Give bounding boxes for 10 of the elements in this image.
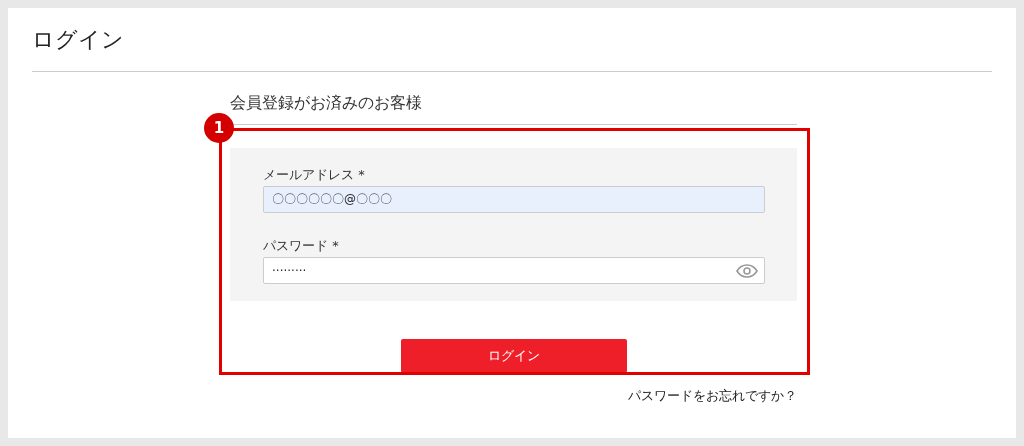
page-title: ログイン [32,28,124,52]
input-field[interactable]: 〇〇〇〇〇〇@〇〇〇 [263,186,765,213]
section-heading: 会員登録がお済みのお客様 [230,92,422,114]
eye-icon[interactable] [736,263,758,278]
input-field[interactable]: ········· [263,257,765,284]
field-label: パスワード * [263,237,339,255]
login-button[interactable]: ログイン [400,339,627,373]
forgot-password-link[interactable]: パスワードをお忘れですか？ [628,387,797,405]
number-badge: 1 [204,113,234,143]
field-label: メールアドレス * [263,166,365,184]
